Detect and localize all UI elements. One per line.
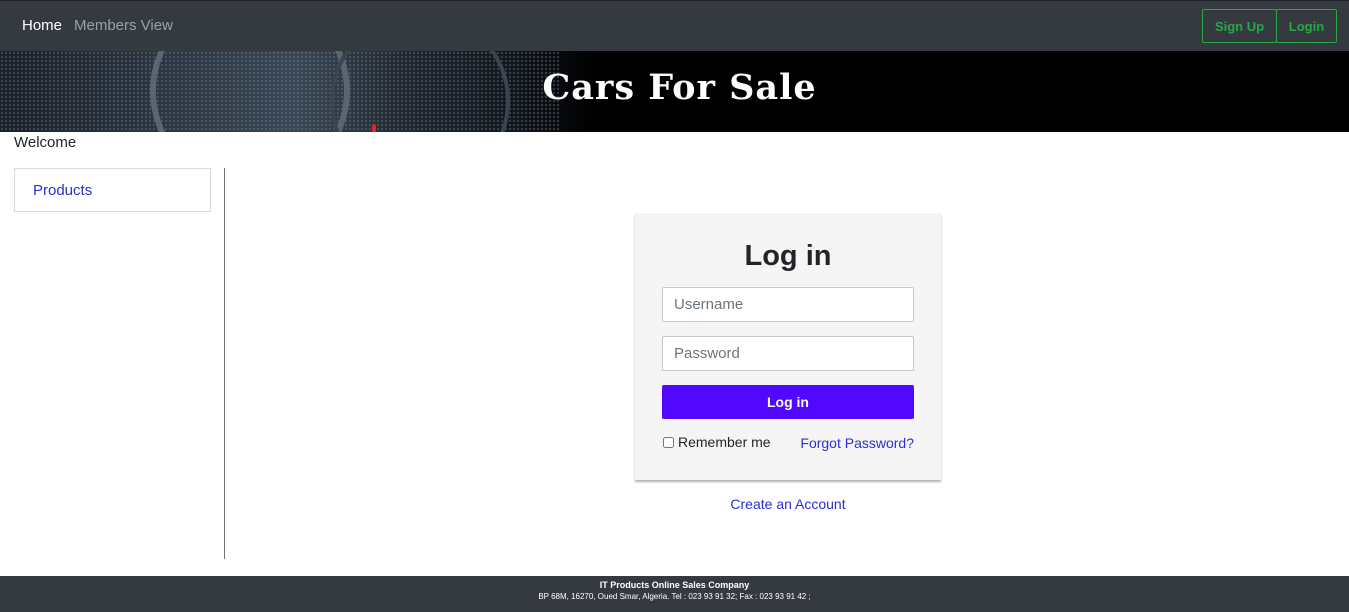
site-title: Cars For Sale (542, 67, 817, 108)
footer-address: BP 68M, 16270, Oued Smar, Algeria. Tel :… (538, 592, 811, 601)
vertical-divider (224, 168, 225, 559)
login-submit-button[interactable]: Log in (662, 385, 914, 419)
footer: IT Products Online Sales Company BP 68M,… (0, 576, 1349, 612)
gauge-marker (372, 124, 376, 132)
nav-home-link[interactable]: Home (22, 17, 62, 34)
create-account-link[interactable]: Create an Account (635, 496, 941, 512)
remember-me-checkbox[interactable] (663, 436, 674, 448)
top-navbar: Home Members View Sign Up Login (0, 0, 1349, 51)
login-nav-button[interactable]: Login (1276, 9, 1337, 43)
login-title: Log in (744, 240, 832, 272)
nav-members-view-link[interactable]: Members View (74, 17, 173, 34)
welcome-text: Welcome (14, 134, 77, 151)
sidebar-item-label[interactable]: Products (33, 182, 92, 199)
remember-me-label: Remember me (678, 434, 771, 450)
password-input[interactable] (662, 336, 914, 371)
login-card: Log in Log in Remember me Forgot Passwor… (635, 213, 941, 480)
sidebar-item-products[interactable]: Products (14, 168, 211, 212)
signup-button[interactable]: Sign Up (1202, 9, 1277, 43)
forgot-password-link[interactable]: Forgot Password? (800, 435, 914, 451)
remember-me[interactable]: Remember me (662, 434, 771, 450)
username-input[interactable] (662, 287, 914, 322)
footer-company-name: IT Products Online Sales Company (599, 580, 750, 590)
